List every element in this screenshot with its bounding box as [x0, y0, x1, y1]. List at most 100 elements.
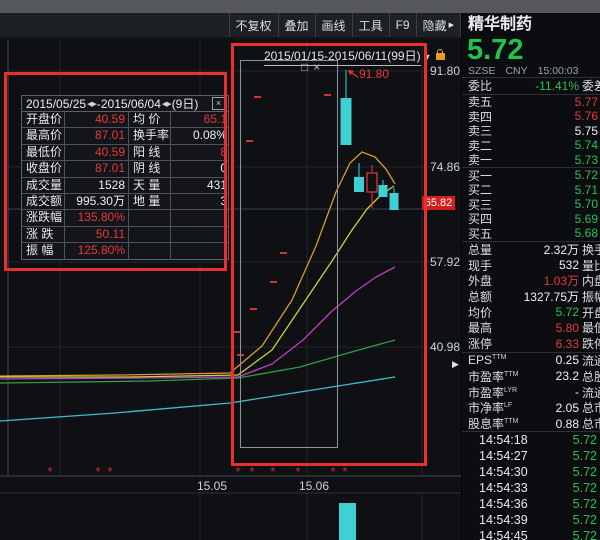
date-range-selector[interactable]: 2015/01/15-2015/06/11(99日) ▼: [264, 47, 445, 66]
trade-price: 5.72: [573, 529, 600, 540]
svg-text:*: *: [270, 465, 276, 478]
valuation-row: 市盈率LYR-流通: [462, 384, 600, 400]
field-value: 8: [170, 145, 228, 160]
date-spinner-icon[interactable]: ◀▶: [162, 100, 171, 108]
valuation-value: 2.05: [556, 401, 579, 415]
date-spinner-icon[interactable]: ◀▶: [87, 100, 96, 108]
field-value: 40.59: [64, 145, 128, 160]
period-length: (9日): [172, 95, 199, 112]
valuation-label2: 总市: [582, 399, 600, 416]
field-value: 135.80%: [64, 210, 128, 225]
quote-time: 15:00:03: [538, 65, 579, 77]
stat-label2: 最低: [582, 319, 600, 336]
y-axis-label: 57.92: [430, 255, 460, 269]
field-label: [128, 243, 170, 258]
bid-rows: 买一5.72买二5.71买三5.70买四5.69买五5.68: [462, 168, 600, 241]
valuation-label: EPSTTM: [468, 353, 506, 367]
field-label: 振 幅: [22, 243, 64, 258]
stat-label: 外盘: [468, 272, 492, 289]
lock-icon[interactable]: [436, 53, 445, 60]
period-end-date: 2015/06/04: [101, 97, 161, 111]
stat-label2: 振幅: [582, 288, 600, 305]
stat-row: 外盘1.03万内盘: [462, 273, 600, 289]
valuation-sup: TTM: [492, 354, 506, 361]
field-value: 40.59: [64, 112, 128, 127]
panel-close-icon[interactable]: ×: [212, 97, 225, 110]
stat-row: 总额1327.75万振幅: [462, 289, 600, 305]
stock-name: 精华制药: [462, 13, 600, 35]
stat-label2: 量比: [582, 257, 600, 274]
trade-price: 5.72: [573, 465, 600, 479]
data-panel-row: 最高价87.01换手率0.08%: [22, 127, 228, 143]
stat-value: 1.03万: [544, 272, 579, 289]
field-value: 1528: [64, 178, 128, 193]
stat-label2: 开盘: [582, 304, 600, 321]
field-value: [170, 243, 228, 258]
valuation-sup: TTM: [504, 418, 518, 425]
field-value: [170, 227, 228, 242]
field-value: [170, 210, 228, 225]
y-axis-label: 91.80: [430, 64, 460, 78]
valuation-row: 市净率LF2.05总市: [462, 400, 600, 416]
ratio-label2: 委差: [582, 77, 600, 94]
trade-rows[interactable]: 14:54:185.7214:54:275.7214:54:305.7214:5…: [462, 432, 600, 540]
trade-row: 14:54:45 5.72: [462, 528, 600, 540]
trade-time: 14:54:30: [462, 465, 528, 479]
sidebar-collapse-arrow[interactable]: ▶: [452, 359, 459, 370]
valuation-label2: 流通: [582, 352, 600, 369]
level-label: 卖一: [468, 151, 492, 168]
button-f9[interactable]: F9: [389, 13, 416, 37]
period-stats-panel[interactable]: 2015/05/25 ◀▶ - 2015/06/04 ◀▶ (9日) × 开盘价…: [21, 95, 229, 260]
button-overlay[interactable]: 叠加: [278, 13, 315, 37]
bid-row: 买五5.68: [462, 226, 600, 241]
chart-toolbar: 不复权 叠加 画线 工具 F9 隐藏▶: [0, 13, 461, 38]
field-label: 成交额: [22, 194, 64, 209]
valuation-row: 股息率TTM0.88总市: [462, 416, 600, 432]
chevron-down-icon[interactable]: ▼: [423, 52, 432, 62]
high-price-annotation: 91.80: [359, 67, 389, 81]
stat-label2: 跌停: [582, 335, 600, 352]
field-value: 995.30万: [64, 194, 128, 209]
data-panel-row: 成交量1528天 量431: [22, 177, 228, 193]
valuation-value: 0.88: [556, 417, 579, 431]
trade-row: 14:54:365.72: [462, 496, 600, 512]
field-label: 地 量: [128, 194, 170, 209]
stat-label: 最高: [468, 319, 492, 336]
button-label: 叠加: [285, 17, 309, 34]
level-price: 5.70: [575, 197, 600, 211]
trade-time: 14:54:36: [462, 497, 528, 511]
data-panel-row: 最低价40.59阳 线8: [22, 144, 228, 160]
trade-price: 5.72: [573, 449, 600, 463]
button-label: 隐藏: [423, 17, 447, 34]
level-price: 5.74: [575, 138, 600, 152]
valuation-label2: 总股: [582, 368, 600, 385]
x-axis-label: 15.06: [299, 479, 329, 493]
svg-text:*: *: [342, 465, 348, 478]
ratio-value: -11.41%: [535, 79, 579, 93]
stat-value: 532: [559, 258, 579, 272]
field-label: [128, 227, 170, 242]
field-label: 最低价: [22, 145, 64, 160]
button-hide[interactable]: 隐藏▶: [416, 13, 461, 37]
zoom-selection-box[interactable]: [240, 60, 338, 448]
button-label: 不复权: [236, 17, 272, 34]
svg-text:*: *: [47, 465, 53, 478]
trade-price: 5.72: [573, 513, 600, 527]
svg-text:*: *: [295, 465, 301, 478]
field-label: 阴 线: [128, 161, 170, 176]
svg-text:*: *: [330, 465, 336, 478]
maximize-icon[interactable]: □: [301, 61, 308, 73]
button-draw-line[interactable]: 画线: [315, 13, 352, 37]
x-axis-label: 15.05: [197, 479, 227, 493]
button-label: 画线: [322, 17, 346, 34]
exchange-label: SZSE: [468, 65, 495, 77]
valuation-value: 0.25: [556, 353, 579, 367]
trade-time: 14:54:45: [462, 529, 528, 540]
close-icon[interactable]: ×: [313, 61, 320, 73]
field-label: 涨跌幅: [22, 210, 64, 225]
button-tools[interactable]: 工具: [352, 13, 389, 37]
stat-label: 均价: [468, 304, 492, 321]
button-no-adjust[interactable]: 不复权: [229, 13, 278, 37]
field-value: 87.01: [64, 128, 128, 143]
current-price-badge: 65.82: [422, 196, 455, 210]
